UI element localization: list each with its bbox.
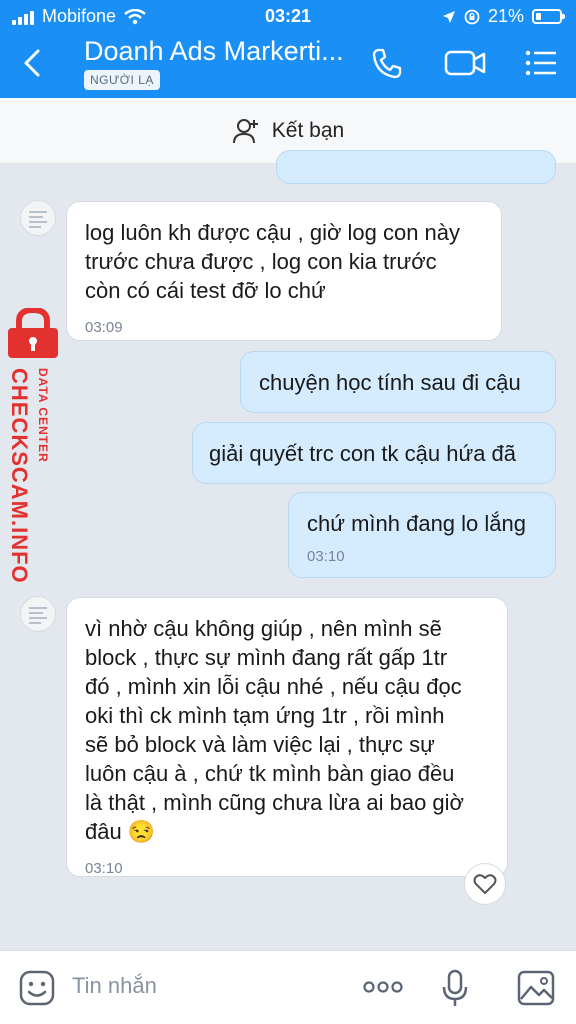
message-line: chứ mình đang lo lắng bbox=[307, 511, 526, 536]
chat-header: Doanh Ads Markerti... NGƯỜI LẠ bbox=[0, 34, 576, 94]
message-line: sẽ bỏ block và làm việc lại , thực sự bbox=[85, 732, 435, 757]
message-line: còn có cái test đỡ lo chứ bbox=[85, 278, 326, 303]
message-line: đó , mình xin lỗi cậu nhé , nếu cậu đọc bbox=[85, 674, 462, 699]
message-input[interactable] bbox=[72, 973, 332, 999]
menu-button[interactable] bbox=[524, 46, 558, 80]
add-friend-label: Kết bạn bbox=[271, 118, 345, 142]
message-time: 03:09 bbox=[85, 319, 123, 336]
avatar[interactable] bbox=[20, 596, 56, 632]
contact-name[interactable]: Doanh Ads Markerti... bbox=[84, 36, 344, 67]
previous-message-bubble bbox=[276, 150, 556, 184]
microphone-icon[interactable] bbox=[440, 969, 470, 1009]
image-icon[interactable] bbox=[516, 969, 556, 1007]
message-line: block , thực sự mình đang rất gấp 1tr bbox=[85, 645, 448, 670]
add-person-icon bbox=[232, 118, 258, 143]
stranger-badge: NGƯỜI LẠ bbox=[84, 70, 160, 90]
message-bubble-incoming[interactable]: vì nhờ cậu không giúp , nên mình sẽ bloc… bbox=[66, 597, 508, 877]
battery-icon bbox=[532, 9, 565, 24]
orientation-lock-icon bbox=[464, 9, 480, 24]
message-line: giải quyết trc con tk cậu hứa đã bbox=[209, 441, 517, 466]
message-bubble-outgoing[interactable]: giải quyết trc con tk cậu hứa đã bbox=[192, 422, 556, 484]
sticker-button[interactable] bbox=[18, 969, 56, 1007]
message-line: chuyện học tính sau đi cậu bbox=[259, 370, 521, 395]
message-bubble-outgoing[interactable]: chuyện học tính sau đi cậu bbox=[240, 351, 556, 413]
top-bar: Mobifone 03:21 21% Doanh Ads Markerti...… bbox=[0, 0, 576, 98]
location-icon bbox=[442, 10, 455, 23]
more-options-icon[interactable] bbox=[362, 979, 404, 995]
message-bubble-incoming[interactable]: log luôn kh được cậu , giờ log con này t… bbox=[66, 201, 502, 341]
message-line: là thật , mình cũng chưa lừa ai bao giờ bbox=[85, 790, 464, 815]
padlock-icon bbox=[8, 308, 58, 358]
heart-icon bbox=[473, 874, 497, 894]
react-button[interactable] bbox=[464, 863, 506, 905]
message-line: vì nhờ cậu không giúp , nên mình sẽ bbox=[85, 616, 442, 641]
watermark-text: CHECKSCAM.INFO bbox=[7, 368, 32, 584]
message-line: trước chưa được , log con kia trước bbox=[85, 249, 437, 274]
message-input-bar bbox=[0, 950, 576, 1024]
message-line: oki thì ck mình tạm ứng 1tr , rồi mình bbox=[85, 703, 445, 728]
status-bar: Mobifone 03:21 21% bbox=[0, 6, 576, 28]
message-time: 03:10 bbox=[307, 548, 345, 565]
battery-percent: 21% bbox=[487, 6, 524, 26]
message-time: 03:10 bbox=[85, 860, 123, 877]
video-call-button[interactable] bbox=[444, 46, 486, 80]
avatar[interactable] bbox=[20, 200, 56, 236]
message-line: luôn cậu à , chứ tk mình bàn giao đều bbox=[85, 761, 455, 786]
message-line: log luôn kh được cậu , giờ log con này bbox=[85, 220, 461, 245]
back-button[interactable] bbox=[20, 48, 46, 78]
message-line: đâu 😒 bbox=[85, 819, 156, 844]
call-button[interactable] bbox=[370, 46, 404, 80]
checkscam-watermark: CHECKSCAM.INFO DATA CENTER bbox=[2, 308, 62, 588]
watermark-subtext: DATA CENTER bbox=[36, 368, 50, 463]
message-bubble-outgoing[interactable]: chứ mình đang lo lắng 03:10 bbox=[288, 492, 556, 578]
